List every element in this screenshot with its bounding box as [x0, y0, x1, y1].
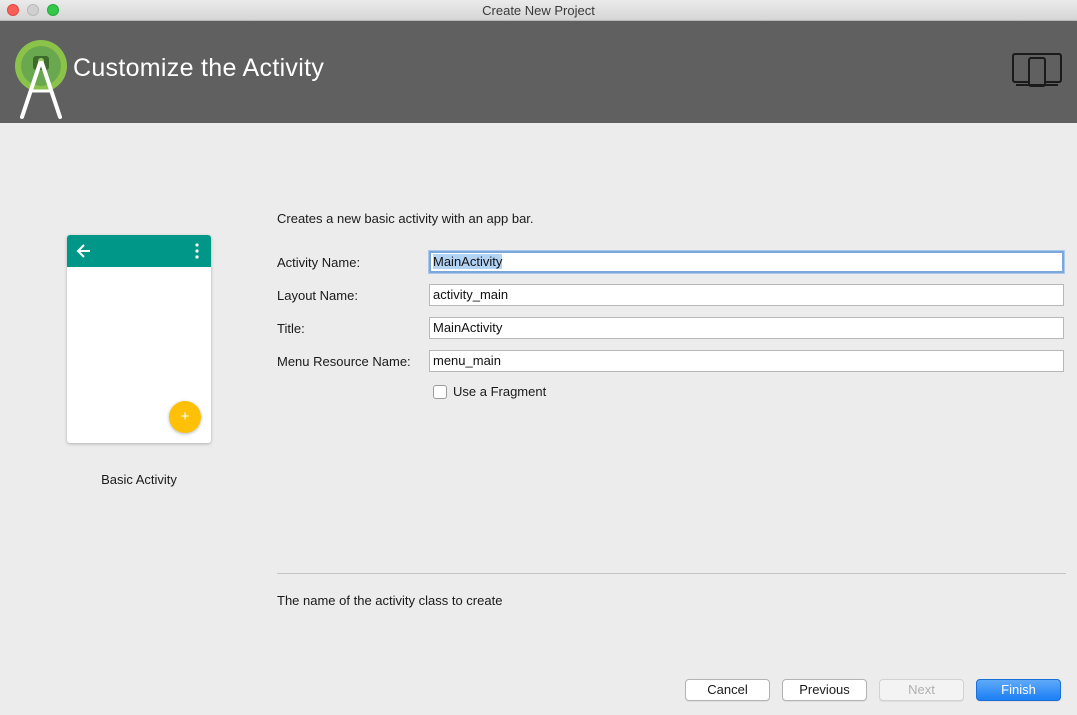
overflow-menu-icon [195, 243, 199, 259]
layout-name-label: Layout Name: [277, 288, 358, 303]
android-studio-logo-icon [15, 40, 67, 119]
menu-resource-name-input[interactable]: menu_main [429, 350, 1064, 372]
app-bar-preview [67, 235, 211, 267]
activity-name-label: Activity Name: [277, 255, 361, 270]
fab-add-icon: + [169, 401, 201, 433]
template-name: Basic Activity [101, 472, 177, 487]
use-fragment-label[interactable]: Use a Fragment [453, 384, 546, 399]
divider [277, 573, 1066, 574]
layout-name-input[interactable]: activity_main [429, 284, 1064, 306]
finish-button[interactable]: Finish [976, 679, 1061, 701]
help-text: The name of the activity class to create [277, 593, 503, 608]
title-input[interactable]: MainActivity [429, 317, 1064, 339]
back-arrow-icon [76, 244, 90, 258]
next-button[interactable]: Next [879, 679, 964, 701]
activity-preview: + [67, 235, 211, 443]
cancel-button[interactable]: Cancel [685, 679, 770, 701]
window-title: Create New Project [482, 3, 595, 18]
page-title: Customize the Activity [73, 54, 325, 82]
template-description: Creates a new basic activity with an app… [277, 211, 534, 226]
selected-text: MainActivity [433, 254, 503, 269]
activity-name-input[interactable]: MainActivity [429, 251, 1064, 273]
phone-tablet-icon [1012, 53, 1062, 87]
use-fragment-checkbox[interactable] [433, 385, 447, 399]
title-label: Title: [277, 321, 305, 336]
menu-resource-name-label: Menu Resource Name: [277, 354, 411, 369]
previous-button[interactable]: Previous [782, 679, 867, 701]
wizard-header: Customize the Activity [0, 21, 1077, 123]
window-titlebar: Create New Project [0, 0, 1077, 21]
